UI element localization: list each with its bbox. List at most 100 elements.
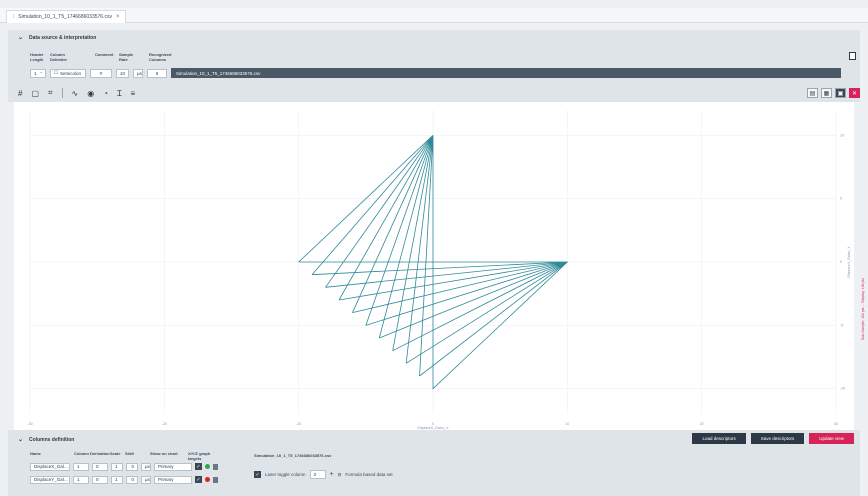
header-derivation: Derivation	[90, 451, 110, 456]
x-tick-label: 20	[700, 422, 704, 426]
delimiter-select[interactable]: ☐ Semicolon	[50, 68, 86, 78]
axis-select[interactable]: Primary	[154, 462, 192, 471]
series-color-dot[interactable]	[205, 464, 210, 469]
y-tick-label: -5	[840, 323, 843, 327]
load-descriptors-button[interactable]: Load descriptors	[692, 433, 746, 444]
frame-icon[interactable]: ▢	[31, 89, 39, 98]
column-stepper[interactable]: 1	[73, 475, 89, 484]
recognized-columns: 5	[147, 68, 167, 78]
series-color-dot[interactable]	[205, 477, 210, 482]
toolbar-divider	[61, 88, 63, 98]
columns-definition-header[interactable]: ⌄ Columns definition	[18, 436, 75, 444]
label-columns: Columns	[149, 57, 167, 62]
y-tick-label: 0	[840, 260, 842, 264]
xy-chart[interactable]: -30 -20 -10 0 10 20 301050-5-10DisplaceX_Galvo…	[14, 102, 854, 430]
columns-definition-panel: ⌄ Columns definition Load descriptors Sa…	[8, 430, 860, 496]
gauge-icon[interactable]: ◔	[103, 89, 108, 98]
table-view-icon[interactable]: ▦	[821, 88, 832, 98]
filename-text: Simulation_10_1_T5_1746686033576.csv	[176, 70, 261, 76]
data-source-header[interactable]: ⌄ Data source & interpretation	[18, 34, 97, 42]
chart-area[interactable]: -30 -20 -10 0 10 20 30 10 5 0 -5 -10 DisplaceX_Galvo…	[14, 102, 854, 430]
formula-icon[interactable]: ⊟	[338, 472, 342, 478]
column-name-input[interactable]: DisplaceY_Gal…	[30, 475, 70, 484]
chart-toolbar: # ▢ ⌗ ∿ ◉ ◔ Ɪ ≡ ▤ ▦ ▣ ✕	[8, 84, 860, 102]
sample-rate-input[interactable]: 10	[116, 68, 129, 78]
header-name: Name	[30, 451, 41, 456]
panel-view-icon[interactable]: ▣	[835, 88, 846, 98]
label-length: Length	[30, 57, 44, 62]
comment-value: #	[99, 70, 103, 76]
update-view-button[interactable]: Update view	[809, 433, 854, 444]
header-show-on-chart: Show on chart	[150, 451, 178, 456]
x-tick-label: 10	[565, 422, 569, 426]
laser-toggle-label: Laser toggle column	[265, 472, 306, 477]
show-checkbox[interactable]: ✓	[195, 463, 202, 470]
side-label: Sub-Sample: 10k pts ... Display: 10k pts	[861, 277, 865, 340]
laser-toggle-checkbox[interactable]: ✓	[254, 471, 261, 478]
sample-unit: µs	[133, 68, 143, 78]
shift-input[interactable]: 0	[126, 462, 138, 471]
side-strip	[855, 102, 868, 430]
x-tick-label: -20	[162, 422, 167, 426]
stepper-arrows-icon[interactable]: ⌃	[40, 71, 43, 76]
recognized-columns-value: 5	[155, 70, 159, 76]
data-source-panel: ⌄ Data source & interpretation Header Len…	[8, 30, 860, 84]
delimiter-value: Semicolon	[60, 70, 82, 76]
header-scale: Scale	[110, 451, 121, 456]
laser-toggle-stepper[interactable]: 3	[309, 470, 326, 479]
section-title: Columns definition	[29, 436, 75, 443]
line-chart-icon[interactable]: ∿	[72, 89, 79, 98]
save-descriptors-button[interactable]: Save descriptors	[750, 433, 805, 444]
column-name-input[interactable]: DisplaceX_Gal…	[30, 462, 70, 471]
chevron-down-icon: ⌄	[18, 437, 24, 443]
sample-unit-value: µs	[137, 70, 142, 76]
header-graph-targets: X/Y/Z graph targets	[188, 451, 211, 461]
add-icon[interactable]: +	[330, 471, 334, 478]
y-tick-label: -10	[840, 387, 845, 391]
eye-icon[interactable]: ◉	[87, 89, 94, 98]
x-tick-label: -10	[296, 422, 301, 426]
x-tick-label: -30	[27, 422, 32, 426]
table-row: DisplaceY_Gal… 1 0 1 0 µs Primary ✓	[30, 475, 218, 484]
header-length-value: 1	[34, 70, 37, 76]
derivation-stepper[interactable]: 0	[92, 475, 108, 484]
close-icon[interactable]: ×	[116, 14, 120, 20]
section-title: Data source & interpretation	[29, 34, 97, 41]
header-length-stepper[interactable]: 1 ⌃	[30, 68, 46, 78]
sample-rate-value: 10	[120, 70, 126, 76]
header-column: Column	[74, 451, 89, 456]
chevron-down-icon: ⌄	[18, 35, 24, 41]
crop-icon[interactable]: ⌗	[48, 88, 53, 98]
label-delimiter: Delimiter	[50, 57, 68, 62]
column-stepper[interactable]: 1	[73, 462, 89, 471]
text-cursor-icon[interactable]: Ɪ	[117, 88, 121, 99]
shift-unit: µs	[141, 475, 151, 484]
menu-icon[interactable]: ≡	[131, 89, 136, 98]
laser-toggle: ✓ Laser toggle column 3 + ⊟ Formula base…	[254, 470, 393, 479]
y-tick-label: 10	[840, 133, 844, 137]
delete-icon[interactable]	[213, 463, 218, 470]
axis-select[interactable]: Primary	[154, 475, 192, 484]
formula-label[interactable]: Formula based data set	[345, 472, 392, 477]
y-tick-label: 5	[840, 197, 842, 201]
scale-input[interactable]: 1	[111, 475, 123, 484]
close-chart-icon[interactable]: ✕	[849, 88, 860, 98]
delimiter-icon: ☐	[54, 70, 59, 75]
chart-icon: ⫶	[13, 14, 15, 20]
table-row: DisplaceX_Gal… 1 0 1 0 µs Primary ✓	[30, 462, 218, 471]
derivation-stepper[interactable]: 0	[92, 462, 108, 471]
grid-icon[interactable]: #	[18, 89, 22, 98]
series-line	[298, 135, 569, 390]
delete-icon[interactable]	[213, 476, 218, 483]
comment-input[interactable]: #	[90, 68, 112, 78]
tab-title: Simulation_10_1_T5_1746686033576.csv	[18, 14, 112, 20]
document-icon[interactable]	[849, 52, 856, 60]
label-rate: Rate	[119, 57, 128, 62]
shift-input[interactable]: 0	[126, 475, 138, 484]
split-view-icon[interactable]: ▤	[807, 88, 818, 98]
tab-bar: ⫶ Simulation_10_1_T5_1746686033576.csv ×	[0, 8, 868, 23]
scale-input[interactable]: 1	[111, 462, 123, 471]
show-checkbox[interactable]: ✓	[195, 476, 202, 483]
file-tab[interactable]: ⫶ Simulation_10_1_T5_1746686033576.csv ×	[6, 10, 127, 23]
shift-unit: µs	[141, 462, 151, 471]
